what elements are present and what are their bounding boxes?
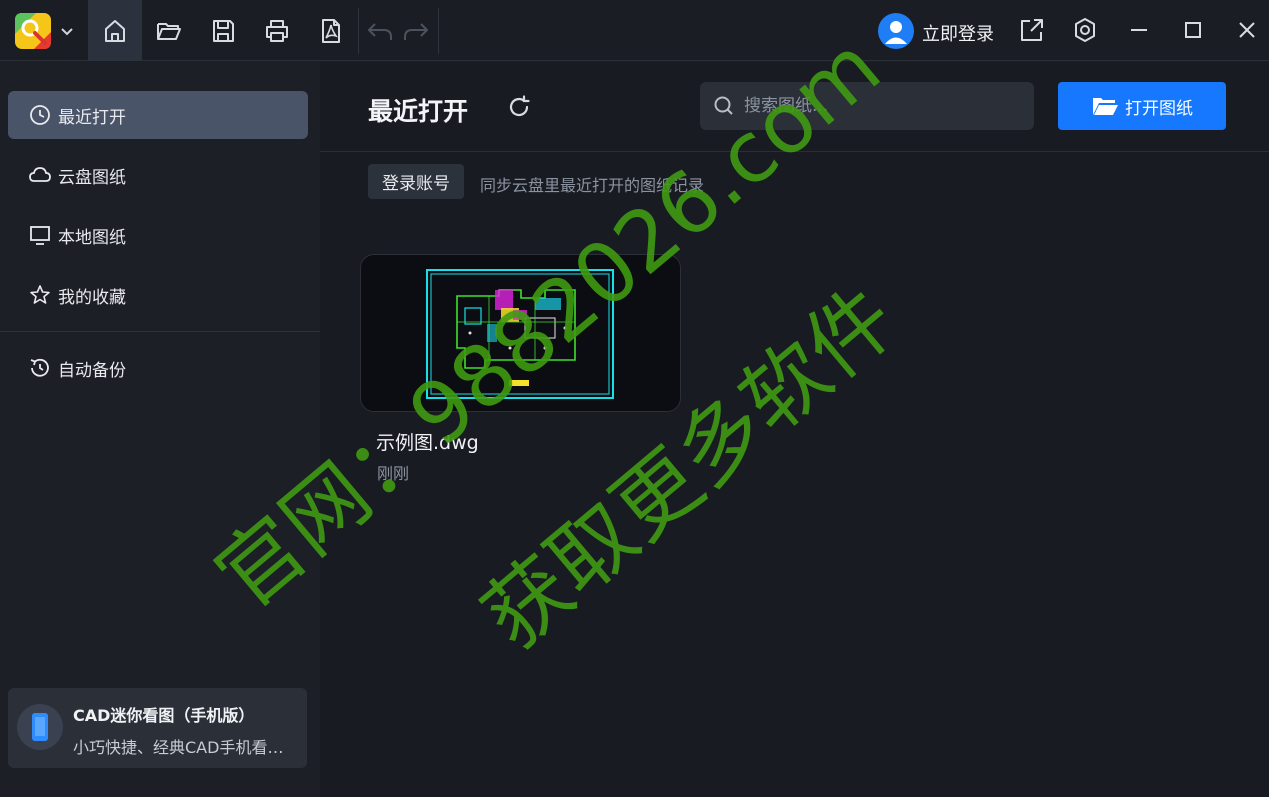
cloud-icon — [29, 167, 51, 182]
close-icon[interactable] — [1233, 16, 1261, 44]
home-button[interactable] — [88, 0, 142, 61]
sidebar: 最近打开 云盘图纸 本地图纸 我的收藏 自动备份 CAD迷你看图（手机版） 小巧… — [0, 62, 320, 797]
print-icon — [266, 19, 288, 42]
sidebar-divider — [0, 331, 320, 332]
maximize-icon[interactable] — [1179, 16, 1207, 44]
minimize-icon[interactable] — [1125, 16, 1153, 44]
sidebar-item-recent[interactable]: 最近打开 — [8, 91, 308, 139]
toolbar-separator — [358, 8, 359, 54]
sidebar-item-local[interactable]: 本地图纸 — [8, 211, 308, 259]
user-icon — [885, 21, 907, 44]
promo-title: CAD迷你看图（手机版） — [73, 706, 255, 725]
open-drawing-label: 打开图纸 — [1125, 98, 1193, 119]
phone-icon — [17, 704, 63, 750]
open-file-button[interactable] — [142, 0, 196, 61]
save-button[interactable] — [196, 0, 250, 61]
undo-icon[interactable] — [366, 18, 394, 44]
share-icon[interactable] — [1018, 16, 1046, 44]
main-panel: 最近打开 打开图纸 登录账号 同步云盘里最近打开的图纸记录 — [320, 62, 1269, 797]
sidebar-item-label: 云盘图纸 — [58, 167, 126, 188]
open-drawing-button[interactable]: 打开图纸 — [1058, 82, 1226, 130]
sidebar-item-label: 我的收藏 — [58, 287, 126, 308]
folder-open-icon — [157, 22, 181, 40]
toolbar-separator — [438, 8, 439, 54]
login-link[interactable]: 立即登录 — [922, 20, 994, 46]
save-icon — [213, 19, 234, 42]
sync-hint: 同步云盘里最近打开的图纸记录 — [480, 176, 705, 195]
avatar[interactable] — [878, 13, 914, 49]
cad-drawing-preview — [426, 269, 614, 399]
mobile-app-promo[interactable]: CAD迷你看图（手机版） 小巧快捷、经典CAD手机看图软件 — [8, 688, 307, 768]
search-input[interactable] — [744, 82, 1024, 130]
app-logo-icon[interactable] — [14, 12, 52, 50]
search-icon — [714, 96, 733, 115]
monitor-icon — [30, 226, 50, 245]
chevron-down-icon[interactable] — [58, 22, 76, 40]
pdf-icon — [322, 18, 340, 43]
main-header: 最近打开 打开图纸 — [320, 62, 1269, 152]
backup-clock-icon — [30, 358, 49, 377]
sidebar-item-label: 自动备份 — [58, 360, 126, 381]
folder-icon — [1093, 98, 1118, 115]
sidebar-item-backup[interactable]: 自动备份 — [8, 344, 308, 392]
clock-icon — [30, 105, 50, 125]
file-name[interactable]: 示例图.dwg — [376, 428, 479, 455]
title-bar: 立即登录 — [0, 0, 1269, 61]
sidebar-item-cloud[interactable]: 云盘图纸 — [8, 151, 308, 199]
refresh-icon[interactable] — [506, 94, 532, 120]
star-icon — [30, 285, 50, 304]
export-pdf-button[interactable] — [304, 0, 358, 61]
page-title: 最近打开 — [368, 97, 469, 126]
sidebar-item-label: 最近打开 — [58, 107, 126, 128]
file-thumbnail[interactable] — [360, 254, 681, 412]
sidebar-item-favorites[interactable]: 我的收藏 — [8, 271, 308, 319]
promo-description: 小巧快捷、经典CAD手机看图软件 — [73, 738, 298, 757]
home-icon — [105, 19, 125, 42]
print-button[interactable] — [250, 0, 304, 61]
file-time: 刚刚 — [377, 464, 410, 483]
settings-icon[interactable] — [1071, 16, 1099, 44]
sidebar-item-label: 本地图纸 — [58, 227, 126, 248]
search-box[interactable] — [700, 82, 1034, 130]
login-account-button[interactable]: 登录账号 — [368, 164, 464, 199]
redo-icon[interactable] — [402, 18, 430, 44]
